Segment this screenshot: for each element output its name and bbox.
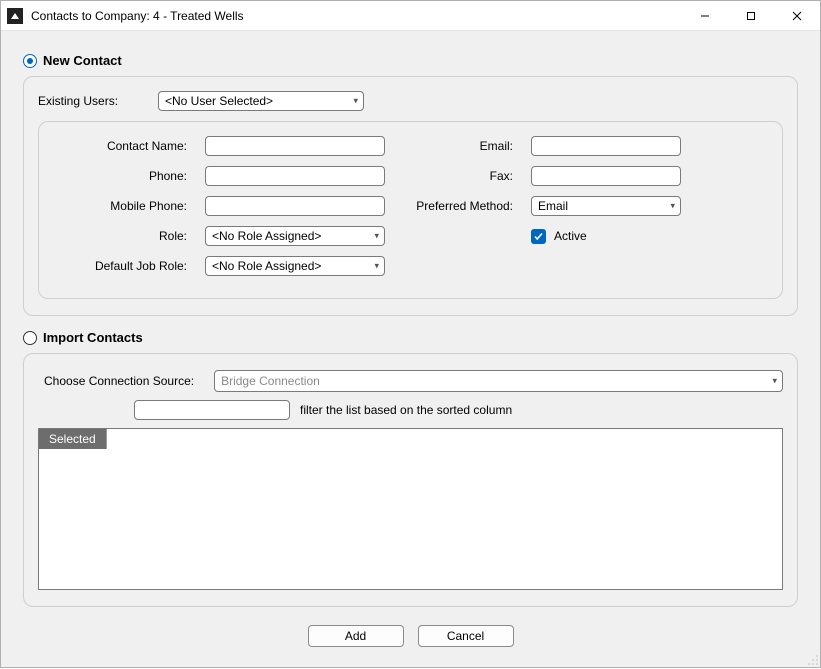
mode-import-contacts-label: Import Contacts [43, 330, 143, 345]
filter-hint: filter the list based on the sorted colu… [300, 403, 512, 417]
maximize-button[interactable] [728, 1, 774, 31]
import-contacts-panel: Choose Connection Source: Bridge Connect… [23, 353, 798, 607]
add-button[interactable]: Add [308, 625, 404, 647]
preferred-method-value: Email [538, 199, 568, 213]
default-job-role-label: Default Job Role: [57, 259, 187, 273]
active-checkbox[interactable] [531, 229, 546, 244]
mode-new-contact-row[interactable]: New Contact [23, 53, 798, 68]
dialog-content: New Contact Existing Users: <No User Sel… [1, 31, 820, 667]
existing-users-row: Existing Users: <No User Selected> ▾ [38, 87, 783, 121]
existing-users-label: Existing Users: [38, 94, 158, 108]
minimize-button[interactable] [682, 1, 728, 31]
import-table[interactable]: Selected [38, 428, 783, 590]
title-bar: Contacts to Company: 4 - Treated Wells [1, 1, 820, 31]
existing-users-value: <No User Selected> [165, 94, 273, 108]
contact-name-input[interactable] [205, 136, 385, 156]
phone-label: Phone: [57, 169, 187, 183]
fax-input[interactable] [531, 166, 681, 186]
contact-name-label: Contact Name: [57, 139, 187, 153]
radio-new-contact[interactable] [23, 54, 37, 68]
chevron-down-icon: ▾ [374, 261, 379, 272]
email-input[interactable] [531, 136, 681, 156]
default-job-role-value: <No Role Assigned> [212, 259, 321, 273]
chevron-down-icon: ▾ [772, 376, 777, 387]
dialog-footer: Add Cancel [23, 615, 798, 653]
chevron-down-icon: ▾ [353, 96, 358, 107]
filter-row: filter the list based on the sorted colu… [38, 400, 783, 428]
resize-grip[interactable] [807, 654, 819, 666]
connection-source-select[interactable]: Bridge Connection ▾ [214, 370, 783, 392]
connection-source-row: Choose Connection Source: Bridge Connect… [38, 364, 783, 400]
role-label: Role: [57, 229, 187, 243]
role-select[interactable]: <No Role Assigned> ▾ [205, 226, 385, 246]
connection-source-label: Choose Connection Source: [44, 374, 194, 388]
mobile-phone-label: Mobile Phone: [57, 199, 187, 213]
new-contact-panel: Existing Users: <No User Selected> ▾ Con… [23, 76, 798, 316]
default-job-role-select[interactable]: <No Role Assigned> ▾ [205, 256, 385, 276]
cancel-button[interactable]: Cancel [418, 625, 514, 647]
active-row[interactable]: Active [531, 229, 681, 244]
fax-label: Fax: [403, 169, 513, 183]
existing-users-select[interactable]: <No User Selected> ▾ [158, 91, 364, 111]
dialog-window: Contacts to Company: 4 - Treated Wells N… [0, 0, 821, 668]
phone-input[interactable] [205, 166, 385, 186]
active-label: Active [554, 229, 587, 243]
radio-import-contacts[interactable] [23, 331, 37, 345]
window-title: Contacts to Company: 4 - Treated Wells [31, 9, 244, 23]
preferred-method-label: Preferred Method: [403, 199, 513, 213]
preferred-method-select[interactable]: Email ▾ [531, 196, 681, 216]
chevron-down-icon: ▾ [670, 201, 675, 212]
app-icon [7, 8, 23, 24]
mobile-phone-input[interactable] [205, 196, 385, 216]
role-value: <No Role Assigned> [212, 229, 321, 243]
close-button[interactable] [774, 1, 820, 31]
mode-import-contacts-row[interactable]: Import Contacts [23, 330, 798, 345]
email-label: Email: [403, 139, 513, 153]
contact-fields-panel: Contact Name: Email: Phone: Fax: Mobile … [38, 121, 783, 299]
filter-input[interactable] [134, 400, 290, 420]
mode-new-contact-label: New Contact [43, 53, 122, 68]
table-column-selected[interactable]: Selected [39, 429, 107, 449]
connection-source-value: Bridge Connection [221, 374, 320, 388]
chevron-down-icon: ▾ [374, 231, 379, 242]
